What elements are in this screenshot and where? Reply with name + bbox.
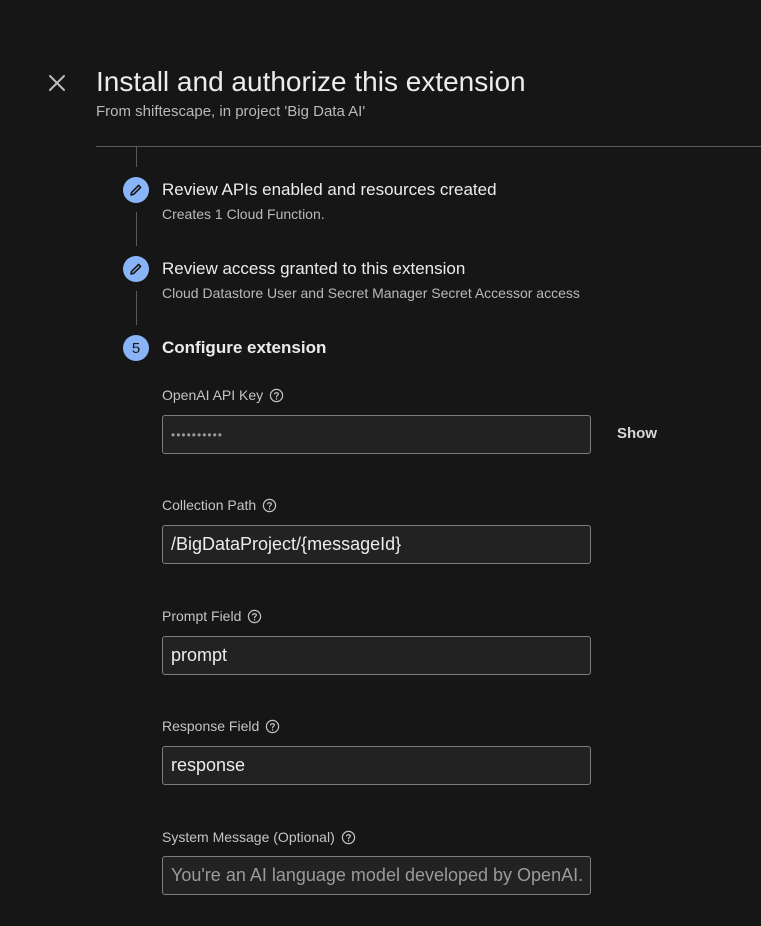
prompt-field-label: Prompt Field — [162, 608, 262, 624]
step-title: Configure extension — [162, 338, 327, 357]
step-description: Cloud Datastore User and Secret Manager … — [162, 285, 580, 301]
stepper-line — [136, 147, 137, 167]
field-label-text: Prompt Field — [162, 608, 242, 624]
close-icon — [49, 75, 65, 91]
header-divider — [96, 146, 761, 147]
step-title: Review access granted to this extension — [162, 259, 466, 278]
response-field-input[interactable] — [162, 746, 591, 785]
field-label-text: OpenAI API Key — [162, 387, 264, 403]
field-label-text: System Message (Optional) — [162, 829, 335, 845]
field-label-text: Response Field — [162, 718, 260, 734]
openai-api-key-label: OpenAI API Key — [162, 387, 284, 403]
collection-path-label: Collection Path — [162, 497, 277, 513]
step-edit-button[interactable] — [123, 177, 149, 203]
page-subtitle: From shiftescape, in project 'Big Data A… — [96, 103, 366, 120]
response-field-label: Response Field — [162, 718, 280, 734]
prompt-field-input[interactable] — [162, 636, 591, 675]
help-icon[interactable] — [341, 830, 356, 845]
collection-path-input[interactable] — [162, 525, 591, 564]
help-icon[interactable] — [269, 388, 284, 403]
step-description: Creates 1 Cloud Function. — [162, 206, 325, 222]
help-icon[interactable] — [262, 498, 277, 513]
show-key-button[interactable]: Show — [617, 425, 657, 442]
page-title: Install and authorize this extension — [96, 66, 526, 97]
stepper-line — [136, 291, 137, 325]
step-edit-button[interactable] — [123, 256, 149, 282]
system-message-input[interactable] — [162, 856, 591, 895]
help-icon[interactable] — [247, 609, 262, 624]
step-title: Review APIs enabled and resources create… — [162, 180, 497, 199]
pencil-icon — [130, 184, 142, 196]
field-label-text: Collection Path — [162, 497, 257, 513]
close-button[interactable] — [44, 70, 70, 96]
openai-api-key-input[interactable] — [162, 415, 591, 454]
stepper-line — [136, 212, 137, 246]
pencil-icon — [130, 263, 142, 275]
help-icon[interactable] — [265, 719, 280, 734]
step-number: 5 — [123, 335, 149, 361]
system-message-label: System Message (Optional) — [162, 829, 356, 845]
